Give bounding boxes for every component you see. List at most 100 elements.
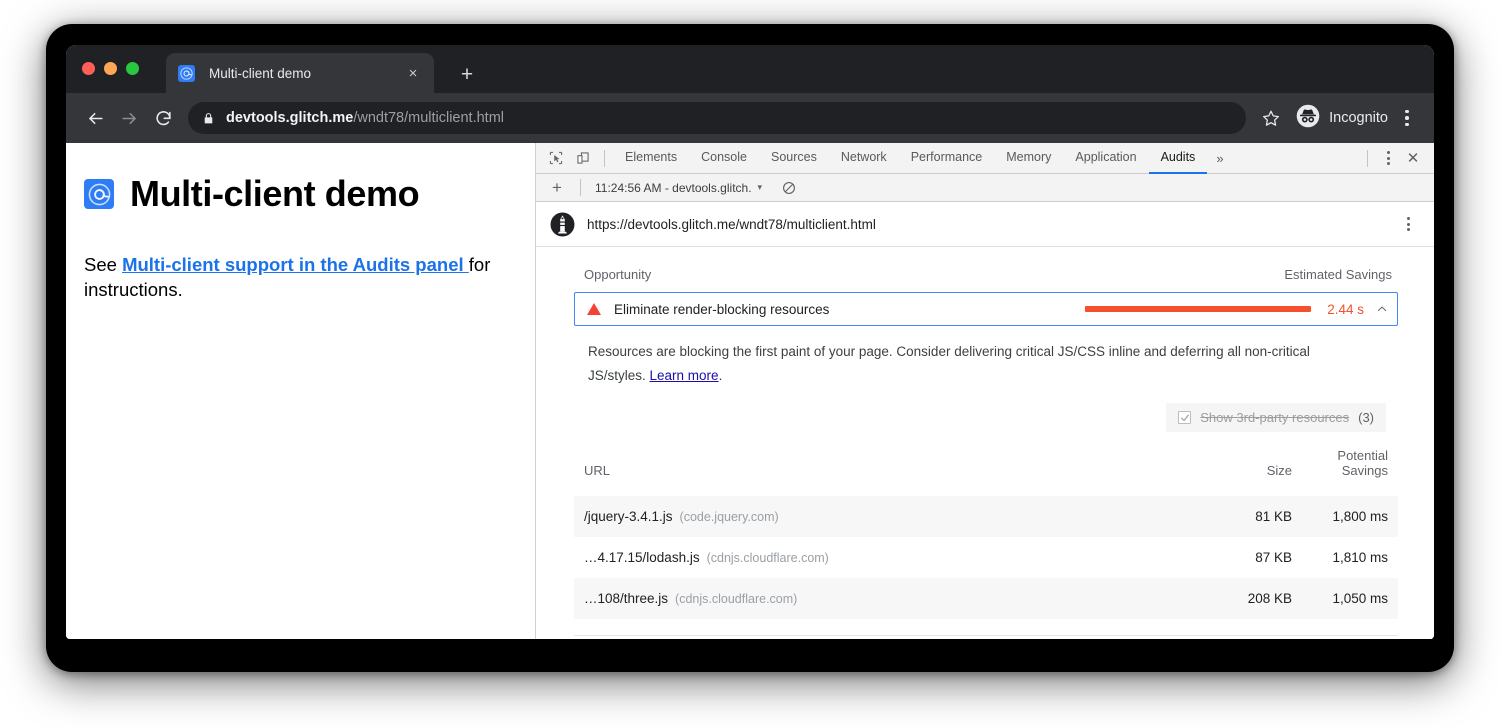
column-header-savings[interactable]: Potential Savings [1302, 442, 1398, 496]
maximize-window-button[interactable] [126, 62, 139, 75]
page-instructions: See Multi-client support in the Audits p… [84, 253, 501, 303]
column-header-size[interactable]: Size [1206, 442, 1302, 496]
learn-more-link[interactable]: Learn more [650, 368, 719, 383]
device-toolbar-icon[interactable] [569, 146, 596, 171]
third-party-label: Show 3rd-party resources [1200, 410, 1349, 425]
page-title-text: Multi-client demo [130, 173, 419, 215]
bookmark-star-icon[interactable] [1256, 103, 1286, 133]
browser-window: Multi-client demo × + [66, 45, 1434, 639]
browser-tab[interactable]: Multi-client demo × [166, 53, 434, 93]
chrome-menu-icon[interactable] [1394, 103, 1420, 133]
clear-all-icon[interactable] [776, 177, 802, 199]
inspect-element-icon[interactable] [542, 146, 569, 171]
table-row[interactable]: …108/three.js (cdnjs.cloudflare.com) 208 … [574, 578, 1398, 619]
toolbar-divider [604, 150, 605, 167]
resource-host: (cdnjs.cloudflare.com) [675, 592, 797, 606]
audit-run-selector[interactable]: 11:24:56 AM - devtools.glitch. ▾ [591, 181, 766, 195]
warning-triangle-icon [587, 303, 601, 315]
devtools-tab-console[interactable]: Console [689, 143, 759, 174]
incognito-icon [1296, 104, 1320, 133]
resource-host: (cdnjs.cloudflare.com) [707, 551, 829, 565]
devtools-tab-sources[interactable]: Sources [759, 143, 829, 174]
window-controls [82, 62, 139, 75]
more-tabs-icon[interactable]: » [1207, 143, 1232, 174]
devtools-tab-application[interactable]: Application [1063, 143, 1148, 174]
report-options-icon[interactable] [1396, 212, 1420, 236]
incognito-label: Incognito [1329, 110, 1388, 126]
new-tab-button[interactable]: + [454, 61, 480, 87]
third-party-filter[interactable]: Show 3rd-party resources (3) [1166, 403, 1386, 432]
screenshot-stage: Multi-client demo × + [0, 0, 1500, 728]
audits-docs-link[interactable]: Multi-client support in the Audits panel [122, 254, 469, 275]
browser-tabstrip: Multi-client demo × + [66, 45, 1434, 93]
audit-savings-bar [1085, 306, 1311, 312]
devtools-tab-performance[interactable]: Performance [899, 143, 995, 174]
column-header-url[interactable]: URL [574, 442, 1206, 496]
browser-content: Multi-client demo See Multi-client suppo… [66, 143, 1434, 639]
resource-url: …4.17.15/lodash.js [584, 550, 700, 565]
reload-button[interactable] [146, 101, 180, 135]
audits-report: https://devtools.glitch.me/wndt78/multic… [536, 202, 1434, 639]
resource-size: 208 KB [1206, 578, 1302, 619]
third-party-count: (3) [1358, 410, 1374, 425]
forward-button[interactable] [112, 101, 146, 135]
estimated-savings-column-header: Estimated Savings [1284, 267, 1392, 282]
page-title: Multi-client demo [84, 173, 501, 215]
table-row[interactable]: …4.17.15/lodash.js (cdnjs.cloudflare.com)… [574, 537, 1398, 578]
address-bar-text: devtools.glitch.me/wndt78/multiclient.ht… [226, 110, 504, 126]
lock-icon [202, 112, 215, 125]
audit-description: Resources are blocking the first paint o… [574, 340, 1364, 387]
toolbar-divider-right [1367, 150, 1368, 167]
resource-savings: 1,050 ms [1302, 578, 1398, 619]
chevron-down-icon: ▾ [758, 182, 763, 193]
resource-url-cell: …108/three.js (cdnjs.cloudflare.com) [574, 578, 1206, 619]
blocking-resources-table: URL Size Potential Savings [574, 442, 1398, 619]
report-url: https://devtools.glitch.me/wndt78/multic… [587, 217, 1396, 232]
report-header: https://devtools.glitch.me/wndt78/multic… [536, 202, 1434, 247]
address-bar[interactable]: devtools.glitch.me/wndt78/multiclient.ht… [188, 102, 1246, 134]
instructions-prefix: See [84, 254, 122, 275]
third-party-checkbox[interactable] [1178, 411, 1191, 424]
devtools-tab-audits[interactable]: Audits [1149, 143, 1208, 174]
audit-run-label: 11:24:56 AM - devtools.glitch. [595, 181, 752, 195]
close-window-button[interactable] [82, 62, 95, 75]
resource-savings: 1,810 ms [1302, 537, 1398, 578]
resource-host: (code.jquery.com) [680, 510, 779, 524]
opportunity-header-row: Opportunity Estimated Savings [574, 267, 1398, 292]
devtools-panel: Elements Console Sources Network Perform… [536, 143, 1434, 639]
subbar-divider [580, 179, 581, 196]
devtools-tab-memory[interactable]: Memory [994, 143, 1063, 174]
audit-description-period: . [719, 368, 723, 383]
resource-url: /jquery-3.4.1.js [584, 509, 673, 524]
column-header-savings-line2: Savings [1342, 463, 1388, 478]
new-audit-button[interactable]: + [544, 177, 570, 199]
table-row[interactable]: /jquery-3.4.1.js(code.jquery.com) 81 KB … [574, 496, 1398, 537]
third-party-filter-wrap: Show 3rd-party resources (3) [574, 403, 1398, 432]
audit-title: Eliminate render-blocking resources [614, 302, 829, 317]
incognito-indicator[interactable]: Incognito [1296, 104, 1388, 133]
devtools-tab-elements[interactable]: Elements [613, 143, 689, 174]
browser-tab-title: Multi-client demo [209, 66, 402, 81]
minimize-window-button[interactable] [104, 62, 117, 75]
more-options-icon[interactable] [1376, 146, 1400, 170]
table-body: /jquery-3.4.1.js(code.jquery.com) 81 KB … [574, 496, 1398, 619]
table-header-row: URL Size Potential Savings [574, 442, 1398, 496]
resource-savings: 1,800 ms [1302, 496, 1398, 537]
chevron-up-icon[interactable] [1376, 303, 1388, 315]
address-path: /wndt78/multiclient.html [353, 110, 504, 126]
devtools-tab-network[interactable]: Network [829, 143, 899, 174]
web-page-content: Multi-client demo See Multi-client suppo… [66, 143, 536, 639]
close-devtools-icon[interactable]: ✕ [1400, 146, 1426, 170]
devtools-logo-icon [178, 65, 195, 82]
back-button[interactable] [78, 101, 112, 135]
column-header-savings-line1: Potential [1337, 448, 1388, 463]
devtools-logo-icon [84, 179, 114, 209]
devtools-tabbar: Elements Console Sources Network Perform… [536, 143, 1434, 174]
resource-url: …108/three.js [584, 591, 668, 606]
table-head: URL Size Potential Savings [574, 442, 1398, 496]
resource-url-cell: /jquery-3.4.1.js (code.jquery.com) [574, 496, 1206, 537]
audit-body: Opportunity Estimated Savings Eliminate … [536, 247, 1434, 639]
audit-opportunity-row[interactable]: Eliminate render-blocking resources 2.44… [574, 292, 1398, 326]
close-tab-button[interactable]: × [402, 62, 424, 84]
report-bottom-divider [574, 635, 1398, 636]
